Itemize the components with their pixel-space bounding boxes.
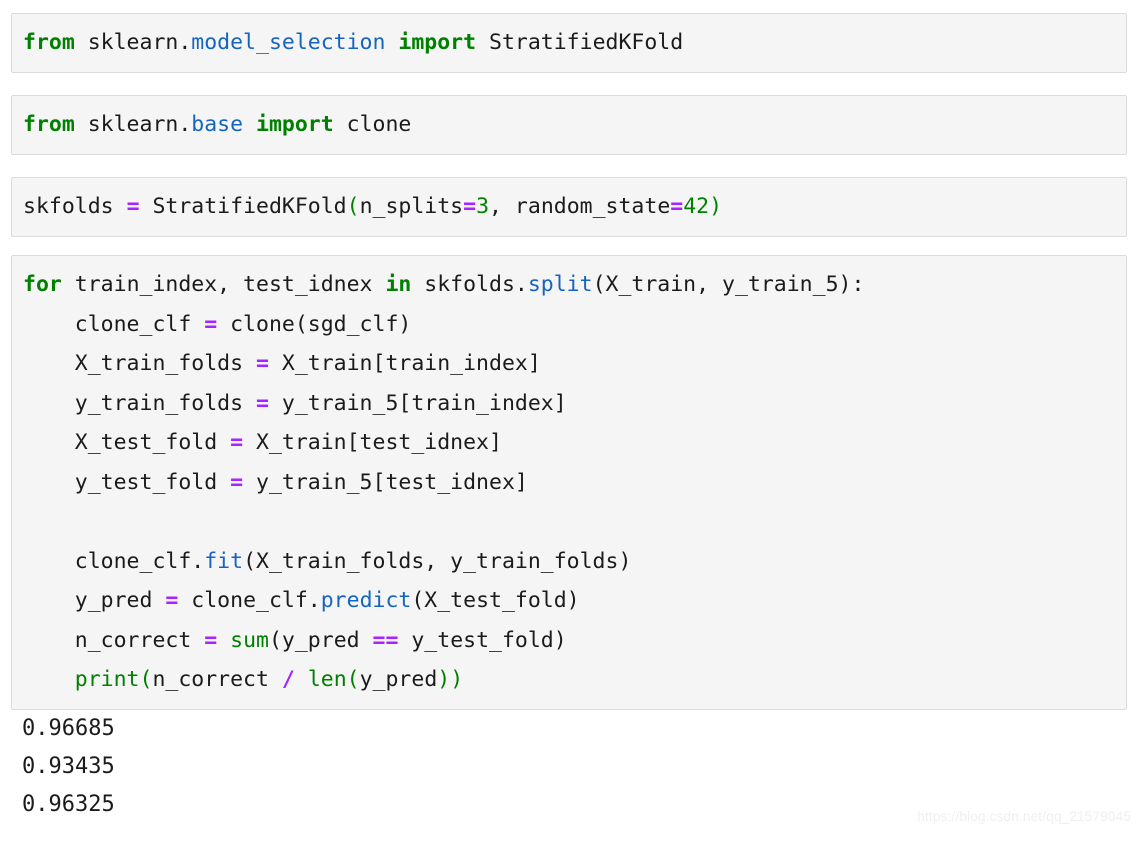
- code-token: clone(sgd_clf): [217, 311, 412, 337]
- cell-output: 0.96685 0.93435 0.96325: [22, 710, 822, 824]
- code-line: y_pred = clone_clf.predict(X_test_fold): [12, 581, 1126, 621]
- code-token: )): [437, 667, 464, 692]
- output-line: 0.96325: [22, 792, 115, 817]
- code-token: , random_state: [489, 194, 671, 219]
- code-token: (X_train_folds, y_train_folds): [243, 548, 632, 574]
- cell-skfolds-definition[interactable]: skfolds = StratifiedKFold(n_splits=3, ra…: [11, 177, 1127, 237]
- code-token: =: [165, 588, 179, 613]
- code-token: import: [256, 112, 334, 137]
- code-token: len(: [307, 667, 360, 692]
- code-line: from sklearn.model_selection import Stra…: [12, 23, 1126, 63]
- code-token: sklearn.: [74, 30, 192, 55]
- code-token: StratifiedKFold: [139, 194, 347, 219]
- code-token: skfolds.: [411, 272, 528, 297]
- code-token: ==: [372, 627, 399, 653]
- code-token: import: [398, 30, 477, 55]
- code-token: =: [463, 194, 477, 219]
- code-token: in: [385, 272, 412, 297]
- code-line: X_test_fold = X_train[test_idnex]: [12, 423, 1126, 463]
- code-token: train_index, test_idnex: [61, 272, 386, 297]
- code-line: clone_clf = clone(sgd_clf): [12, 305, 1126, 345]
- code-token: sklearn.: [74, 112, 192, 137]
- code-token: for: [23, 272, 62, 297]
- cell-import-stratifiedkfold[interactable]: from sklearn.model_selection import Stra…: [11, 13, 1127, 73]
- code-token: from: [23, 30, 75, 55]
- code-token: predict: [320, 588, 412, 613]
- code-token: sum: [230, 627, 269, 653]
- code-token: y_train_folds: [23, 390, 256, 416]
- code-token: X_train[test_idnex]: [243, 430, 502, 455]
- cell-import-clone[interactable]: from sklearn.base import clone: [11, 95, 1127, 155]
- code-token: clone_clf.: [23, 548, 205, 574]
- code-token: split: [527, 272, 593, 297]
- code-line: n_correct = sum(y_pred == y_test_fold): [12, 621, 1126, 661]
- code-token: =: [230, 430, 244, 455]
- code-token: =: [256, 351, 269, 376]
- code-token: X_test_fold: [23, 430, 231, 455]
- watermark-text: https://blog.csdn.net/qq_21579045: [917, 809, 1131, 824]
- code-token: =: [256, 390, 269, 416]
- code-token: y_train_5[train_index]: [268, 390, 567, 416]
- code-token: X_train_folds: [23, 351, 256, 376]
- output-line: 0.96685: [22, 716, 115, 741]
- code-token: print(: [74, 667, 153, 692]
- code-token: y_pred: [23, 588, 166, 613]
- code-token: 42: [683, 194, 710, 219]
- code-token: y_train_5[test_idnex]: [243, 469, 528, 495]
- code-token: 3: [476, 194, 490, 219]
- code-token: y_test_fold: [23, 469, 231, 495]
- code-token: (X_train, y_train_5):: [592, 272, 865, 297]
- code-token: n_correct: [152, 667, 282, 692]
- code-token: clone_clf: [23, 311, 205, 337]
- output-line: 0.93435: [22, 754, 115, 779]
- code-token: =: [204, 627, 218, 653]
- code-line: X_train_folds = X_train[train_index]: [12, 344, 1126, 384]
- code-token: y_pred: [359, 667, 438, 692]
- code-line: y_train_folds = y_train_5[train_index]: [12, 384, 1126, 424]
- code-token: skfolds: [23, 194, 127, 219]
- code-token: X_train[train_index]: [268, 351, 541, 376]
- jupyter-notebook: from sklearn.model_selection import Stra…: [0, 0, 1140, 846]
- code-token: (X_test_fold): [411, 588, 580, 613]
- code-token: =: [204, 311, 218, 337]
- code-token: =: [230, 469, 244, 495]
- code-token: =: [670, 194, 684, 219]
- code-token: StratifiedKFold: [476, 30, 684, 55]
- code-token: clone: [333, 112, 412, 137]
- code-line: clone_clf.fit(X_train_folds, y_train_fol…: [12, 542, 1126, 582]
- code-token: n_correct: [23, 627, 205, 653]
- code-line: skfolds = StratifiedKFold(n_splits=3, ra…: [12, 187, 1126, 227]
- code-token: (y_pred: [268, 627, 373, 653]
- code-token: base: [191, 112, 244, 137]
- code-line: y_test_fold = y_train_5[test_idnex]: [12, 463, 1126, 503]
- cell-cross-validation-loop[interactable]: for train_index, test_idnex in skfolds.s…: [11, 255, 1127, 710]
- code-token: =: [126, 194, 140, 219]
- code-token: (: [346, 194, 360, 219]
- code-line: print(n_correct / len(y_pred)): [12, 660, 1126, 700]
- code-token: ): [709, 194, 723, 219]
- code-line: for train_index, test_idnex in skfolds.s…: [12, 265, 1126, 305]
- code-token: fit: [204, 548, 244, 574]
- code-line: from sklearn.base import clone: [12, 105, 1126, 145]
- code-token: model_selection: [191, 30, 386, 55]
- code-token: clone_clf.: [178, 588, 321, 613]
- code-token: n_splits: [359, 194, 464, 219]
- code-token: y_test_fold): [398, 627, 567, 653]
- code-token: /: [281, 667, 295, 692]
- code-token: from: [23, 112, 75, 137]
